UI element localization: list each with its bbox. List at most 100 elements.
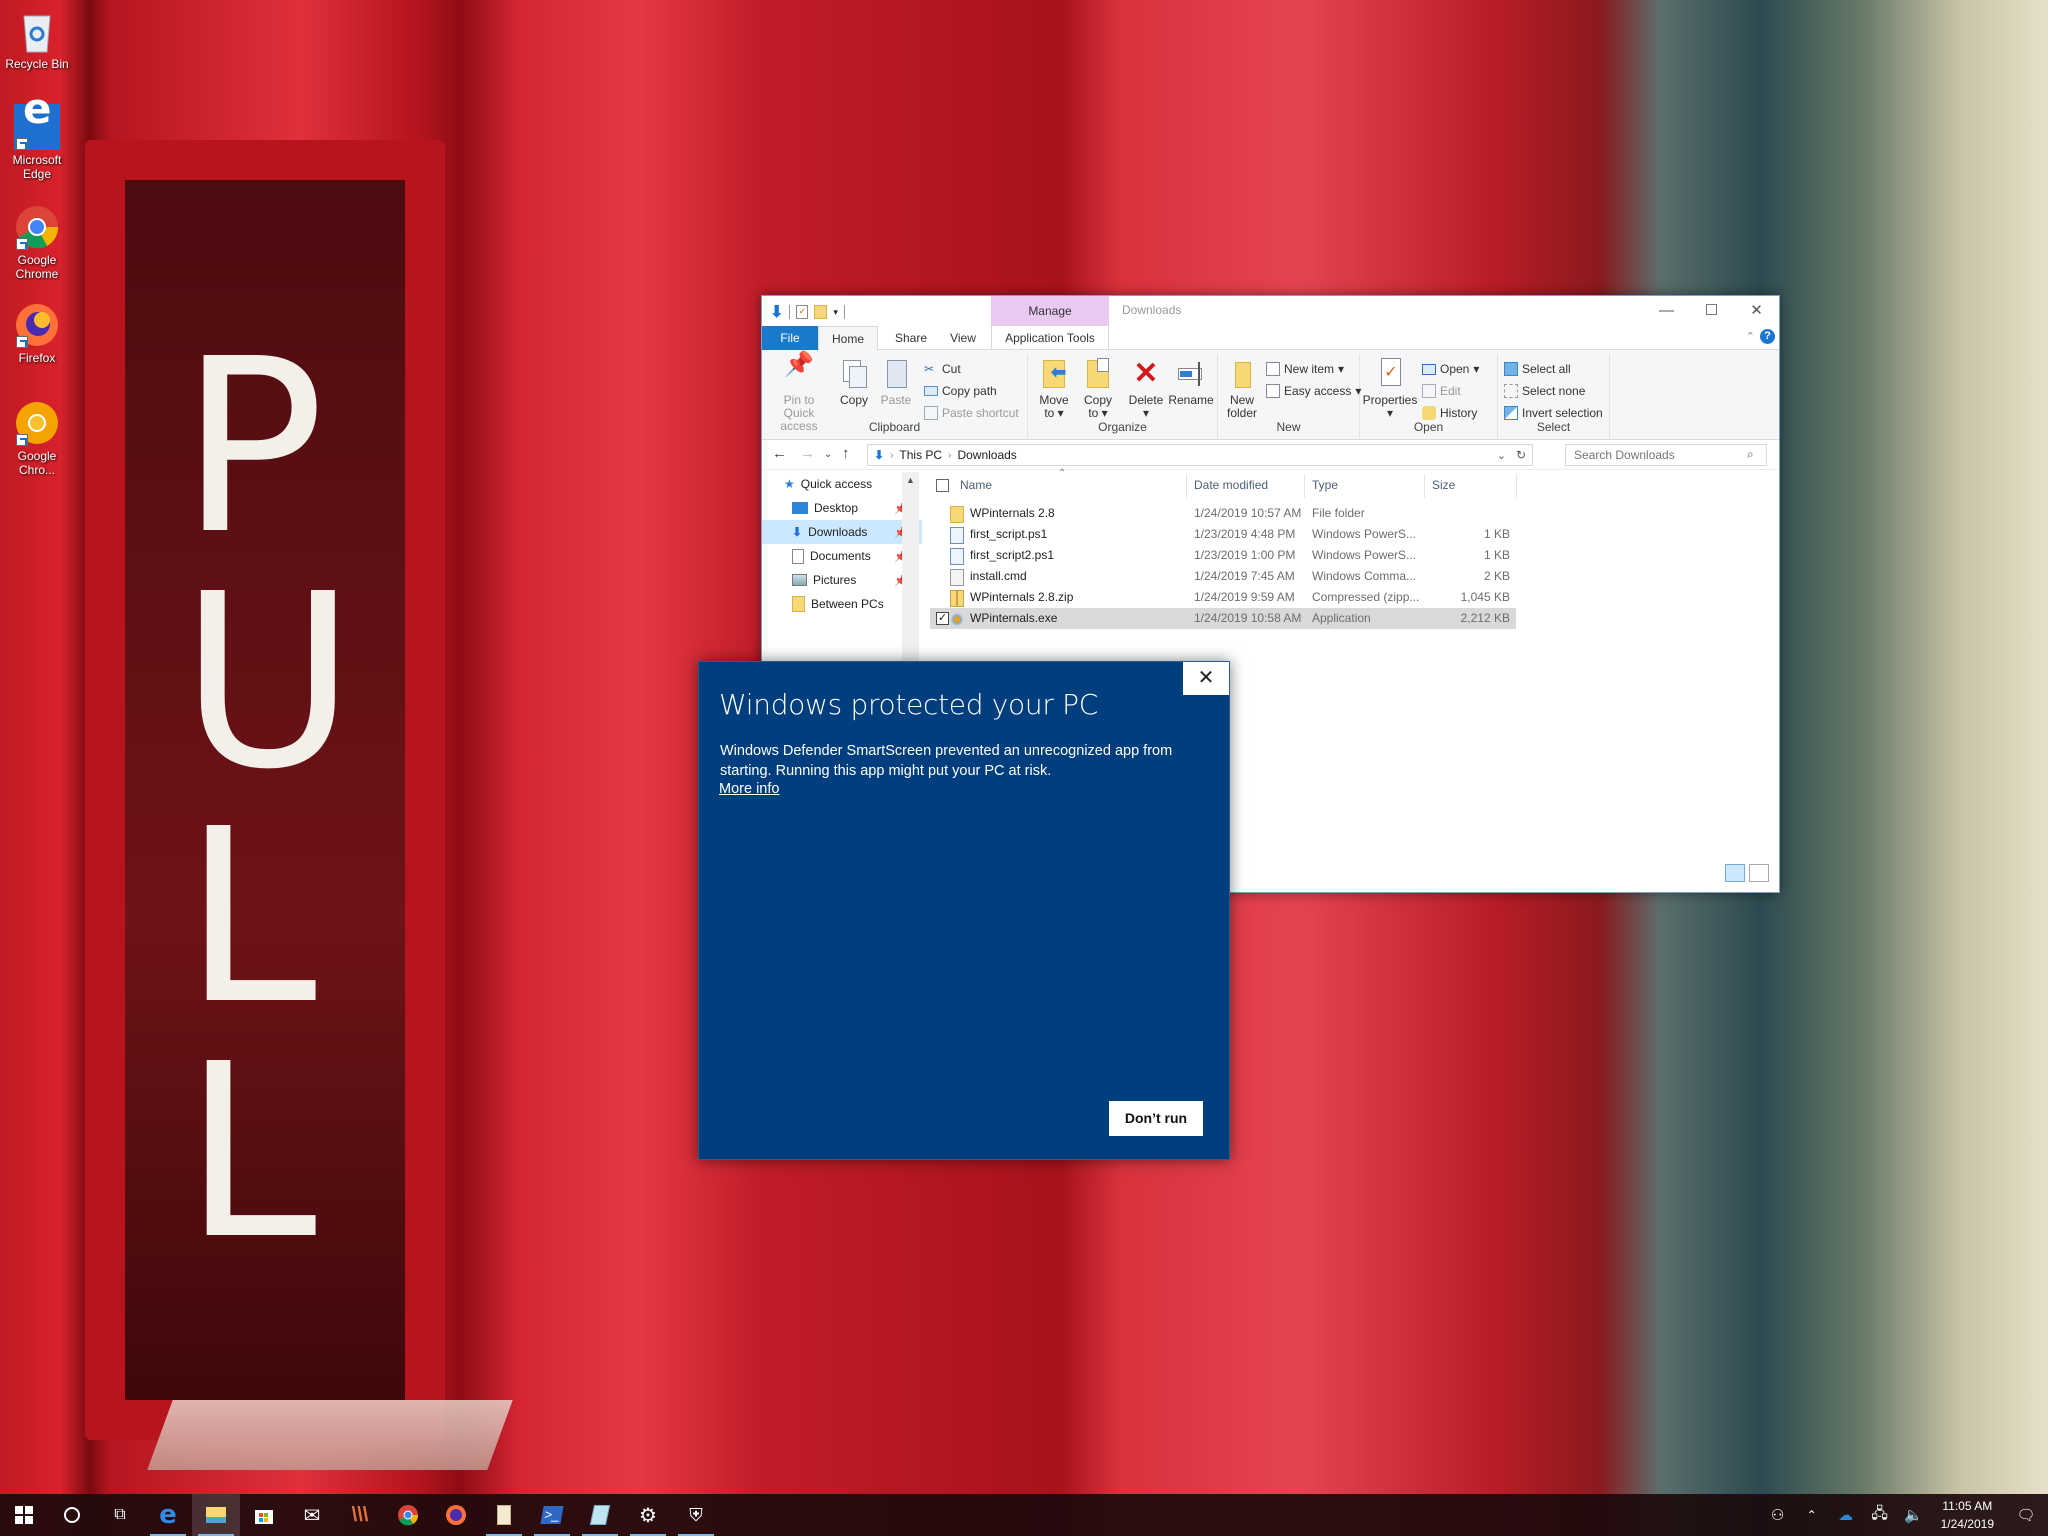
rename-button[interactable]: Rename <box>1168 358 1214 407</box>
taskbar-powershell[interactable]: >_ <box>528 1494 576 1536</box>
column-divider[interactable] <box>1186 474 1187 498</box>
taskbar-defender[interactable]: ⛨ <box>672 1494 720 1536</box>
nav-item-quick-access[interactable]: ★ Quick access <box>762 472 922 496</box>
nav-item-desktop[interactable]: Desktop📌 <box>762 496 922 520</box>
file-row[interactable]: install.cmd 1/24/2019 7:45 AM Windows Comm… <box>930 566 1516 587</box>
easy-access-button[interactable]: Easy access ▾ <box>1266 384 1361 398</box>
tab-file[interactable]: File <box>762 326 818 350</box>
breadcrumb-this-pc[interactable]: This PC <box>899 448 942 462</box>
row-checkbox[interactable]: ✓ <box>936 612 949 625</box>
taskbar-firefox[interactable] <box>432 1494 480 1536</box>
paste-button[interactable]: Paste <box>876 358 916 407</box>
move-to-button[interactable]: ⬅ Move to ▾ <box>1034 358 1074 420</box>
new-folder-qat-icon[interactable] <box>814 305 828 319</box>
paste-shortcut-button[interactable]: Paste shortcut <box>924 406 1019 420</box>
taskbar-store[interactable] <box>240 1494 288 1536</box>
tab-home[interactable]: Home <box>818 326 878 351</box>
taskbar-settings[interactable]: ⚙ <box>624 1494 672 1536</box>
invert-selection-button[interactable]: Invert selection <box>1504 406 1603 420</box>
select-none-button[interactable]: Select none <box>1504 384 1585 398</box>
collapse-ribbon-icon[interactable]: ⌃ <box>1746 330 1755 343</box>
dialog-close-button[interactable]: ✕ <box>1183 662 1229 695</box>
tab-share[interactable]: Share <box>886 326 936 350</box>
open-button[interactable]: Open ▾ <box>1422 362 1479 376</box>
tab-view[interactable]: View <box>938 326 988 350</box>
dont-run-button[interactable]: Don’t run <box>1109 1101 1203 1136</box>
taskbar-edge[interactable]: e <box>144 1494 192 1536</box>
history-button[interactable]: History <box>1422 406 1477 420</box>
nav-item-documents[interactable]: Documents📌 <box>762 544 922 568</box>
up-button[interactable]: ↑ <box>842 445 850 462</box>
edit-button[interactable]: Edit <box>1422 384 1461 398</box>
clock-time: 11:05 AM <box>1942 1499 1993 1513</box>
column-divider[interactable] <box>1516 474 1517 498</box>
cut-button[interactable]: ✂ Cut <box>924 362 961 376</box>
properties-button[interactable]: ✓ Properties ▾ <box>1362 358 1418 420</box>
refresh-icon[interactable]: ↻ <box>1516 448 1526 462</box>
column-type[interactable]: Type <box>1312 478 1338 492</box>
minimize-button[interactable]: — <box>1644 296 1689 324</box>
file-row[interactable]: WPinternals 2.8.zip 1/24/2019 9:59 AM Comp… <box>930 587 1516 608</box>
nav-item-downloads[interactable]: ⬇Downloads📌 <box>762 520 922 544</box>
details-view-button[interactable] <box>1725 864 1745 882</box>
file-row[interactable]: WPinternals 2.8 1/24/2019 10:57 AM File fo… <box>930 503 1516 524</box>
column-name[interactable]: Name <box>960 478 992 492</box>
desktop-icon-edge[interactable]: e Microsoft Edge <box>4 88 70 182</box>
customize-qat-icon[interactable]: ▾ <box>833 307 838 318</box>
desktop-icon-chrome-canary[interactable]: Google Chro... <box>4 400 70 477</box>
taskbar-file-explorer[interactable] <box>192 1494 240 1536</box>
nav-item-between-pcs[interactable]: Between PCs <box>762 592 922 612</box>
copy-to-button[interactable]: Copy to ▾ <box>1078 358 1118 420</box>
address-dropdown-icon[interactable]: ⌄ <box>1497 449 1506 462</box>
scroll-up-icon[interactable]: ▲ <box>902 472 919 485</box>
taskbar-chrome[interactable] <box>384 1494 432 1536</box>
copy-button[interactable]: Copy <box>834 358 874 407</box>
close-button[interactable]: ✕ <box>1734 296 1779 324</box>
column-divider[interactable] <box>1424 474 1425 498</box>
select-all-checkbox[interactable] <box>936 479 949 492</box>
volume-icon[interactable]: 🔈 <box>1897 1506 1931 1524</box>
taskbar-winamp[interactable]: \\\ <box>336 1494 384 1536</box>
forward-button[interactable]: → <box>800 445 815 462</box>
breadcrumb-downloads[interactable]: Downloads <box>957 448 1016 462</box>
desktop-icon-firefox[interactable]: Firefox <box>4 302 70 365</box>
action-center-icon[interactable]: 🗨 <box>2004 1506 2048 1524</box>
recent-locations-button[interactable]: ⌄ <box>824 449 832 460</box>
taskbar-notes[interactable] <box>576 1494 624 1536</box>
column-date-modified[interactable]: Date modified <box>1194 478 1268 492</box>
start-button[interactable] <box>0 1494 48 1536</box>
column-divider[interactable] <box>1304 474 1305 498</box>
search-input[interactable]: Search Downloads <box>1565 444 1767 466</box>
help-icon[interactable]: ? <box>1760 329 1775 344</box>
clock[interactable]: 11:05 AM 1/24/2019 <box>1931 1497 2004 1533</box>
address-bar[interactable]: ⬇ › This PC › Downloads ⌄ ↻ <box>867 444 1533 466</box>
maximize-button[interactable]: ☐ <box>1689 296 1734 324</box>
copy-path-button[interactable]: Copy path <box>924 384 997 398</box>
taskbar-notepad[interactable] <box>480 1494 528 1536</box>
nav-item-pictures[interactable]: Pictures📌 <box>762 568 922 592</box>
new-item-button[interactable]: New item ▾ <box>1266 362 1344 376</box>
file-row[interactable]: ✓ WPinternals.exe 1/24/2019 10:58 AM Applic… <box>930 608 1516 629</box>
shield-icon: ⛨ <box>689 1504 703 1525</box>
people-icon[interactable]: ⚇ <box>1761 1506 1795 1524</box>
tab-application-tools[interactable]: Application Tools <box>991 326 1109 350</box>
taskbar-mail[interactable]: ✉ <box>288 1494 336 1536</box>
network-icon[interactable]: 🖧 <box>1863 1503 1897 1528</box>
new-folder-button[interactable]: New folder <box>1222 358 1262 420</box>
desktop-icon-chrome[interactable]: Google Chrome <box>4 204 70 281</box>
back-button[interactable]: ← <box>772 445 787 462</box>
properties-qat-icon[interactable]: ✓ <box>796 305 809 319</box>
file-row[interactable]: first_script2.ps1 1/23/2019 1:00 PM Window… <box>930 545 1516 566</box>
show-hidden-icons-button[interactable]: ⌃ <box>1795 1508 1829 1522</box>
cortana-button[interactable] <box>48 1494 96 1536</box>
desktop-icon-recycle-bin[interactable]: Recycle Bin <box>4 8 70 71</box>
more-info-link[interactable]: More info <box>719 781 779 797</box>
onedrive-icon[interactable]: ☁ <box>1829 1506 1863 1524</box>
column-size[interactable]: Size <box>1432 478 1455 492</box>
file-row[interactable]: first_script.ps1 1/23/2019 4:48 PM Windows… <box>930 524 1516 545</box>
task-view-button[interactable]: ⧉ <box>96 1494 144 1536</box>
large-icons-view-button[interactable] <box>1749 864 1769 882</box>
delete-button[interactable]: ✕ Delete ▾ <box>1126 358 1166 420</box>
title-bar[interactable]: ⬇ ✓ ▾ Manage Downloads — ☐ ✕ <box>762 296 1779 326</box>
select-all-button[interactable]: Select all <box>1504 362 1571 376</box>
